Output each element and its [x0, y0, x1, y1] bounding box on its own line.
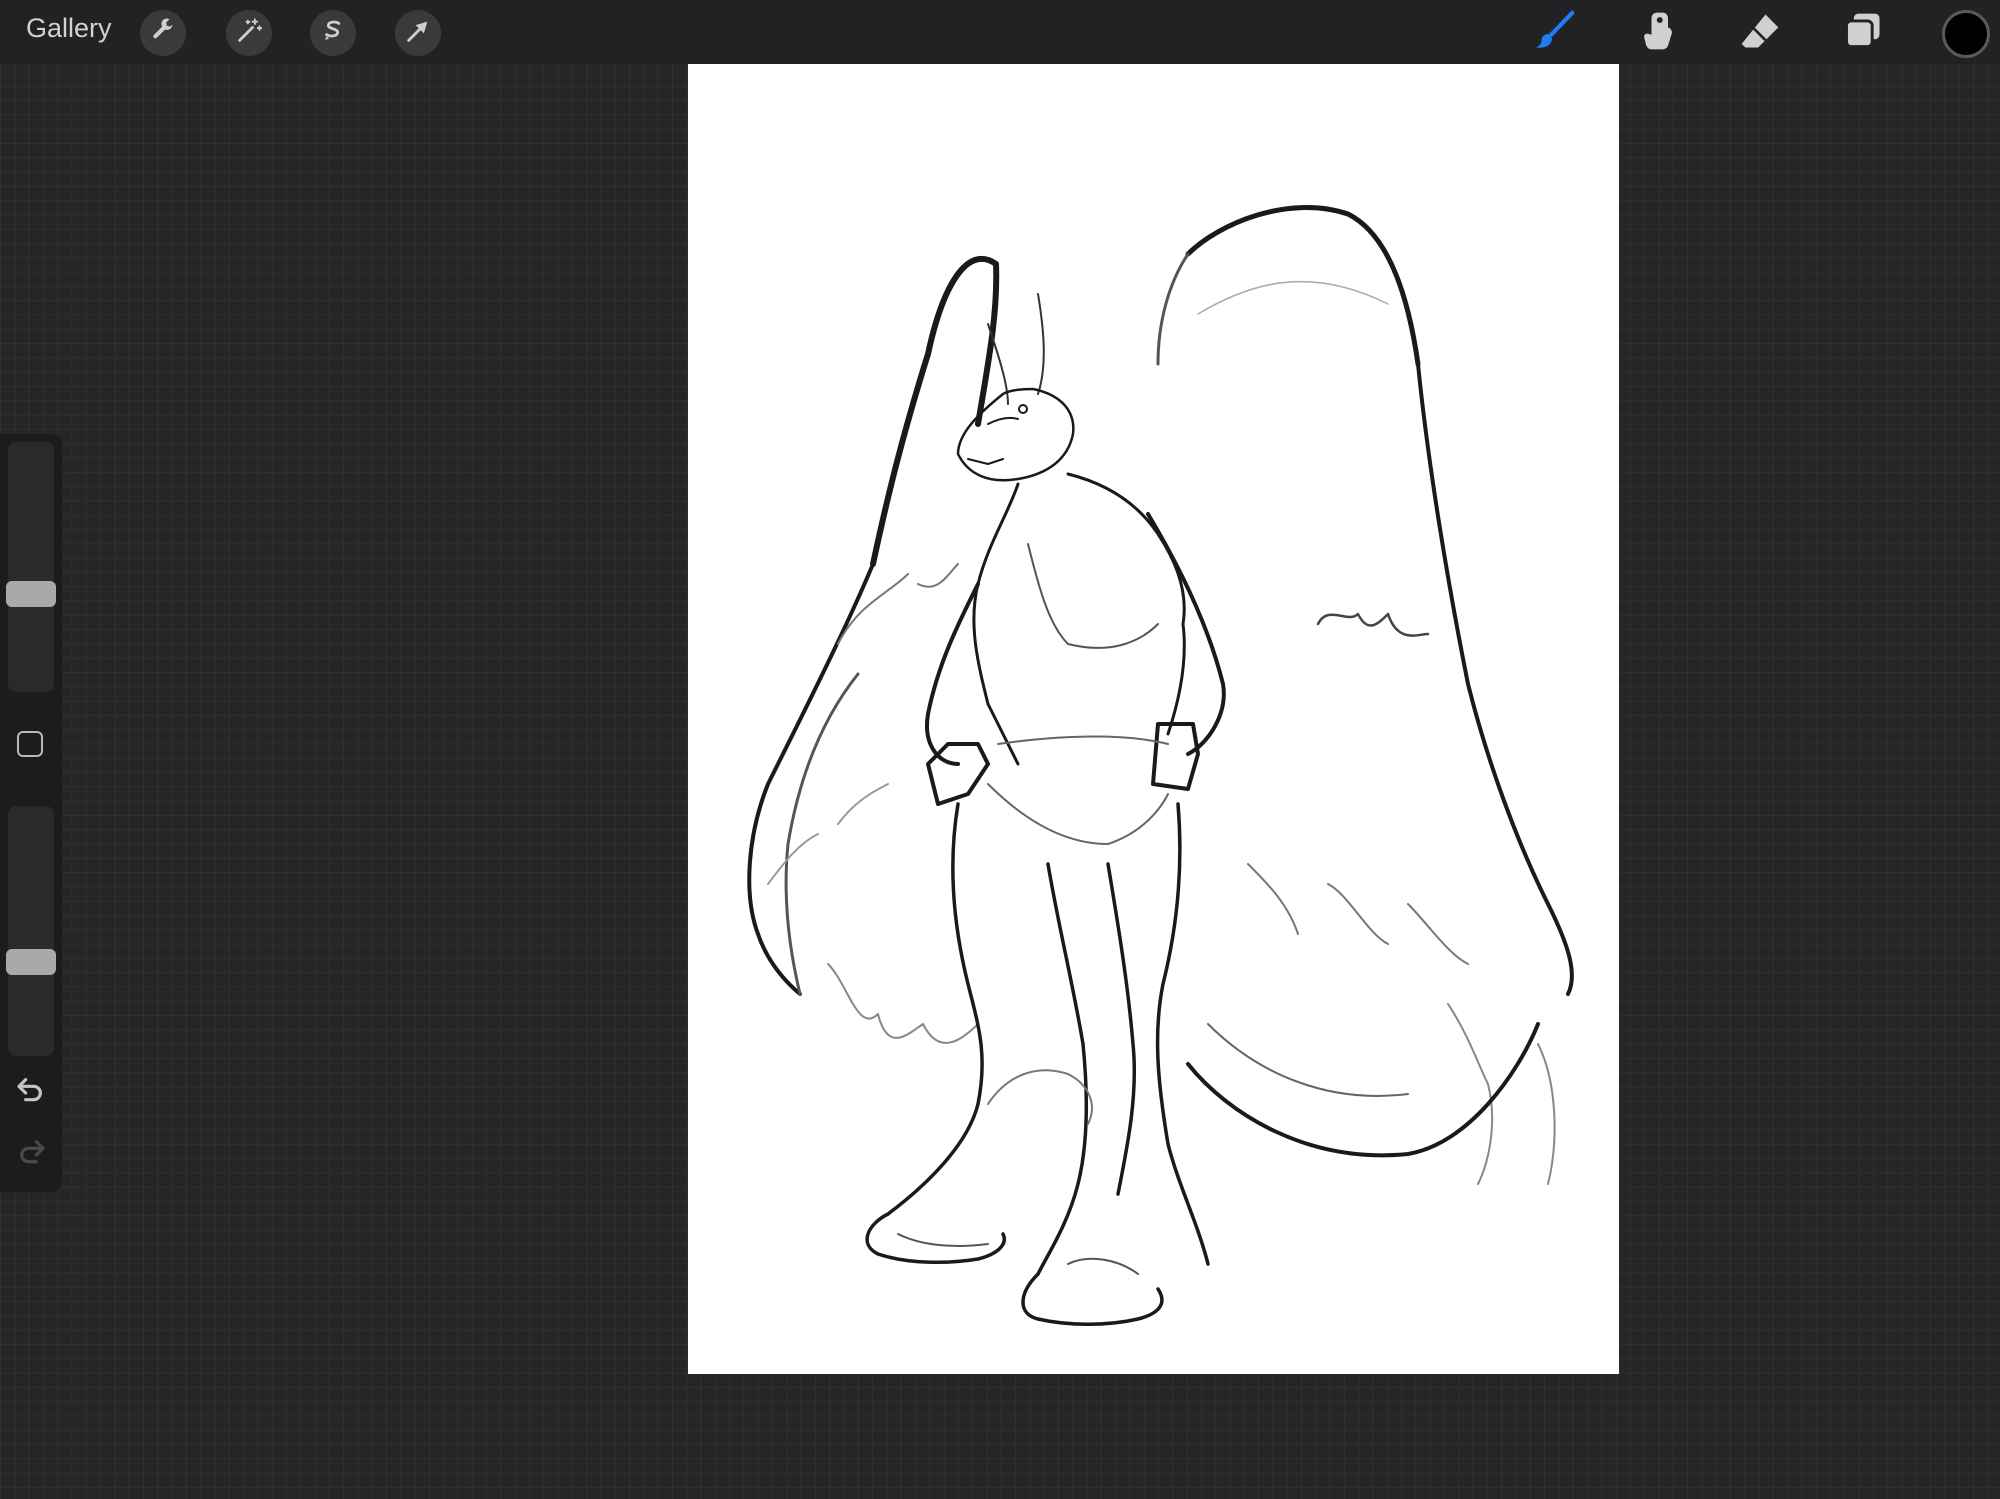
brush-icon [1532, 8, 1578, 59]
magic-wand-icon [235, 17, 263, 50]
eraser-tool-button[interactable] [1735, 8, 1785, 58]
adjustments-button[interactable] [226, 10, 272, 56]
eraser-icon [1738, 9, 1782, 58]
drawing-canvas[interactable] [688, 64, 1619, 1374]
smudge-tool-button[interactable] [1632, 8, 1682, 58]
layers-icon [1841, 9, 1885, 58]
top-toolbar: Gallery [0, 0, 2000, 64]
actions-button[interactable] [140, 10, 186, 56]
redo-icon [15, 1137, 47, 1170]
smudge-icon [1635, 9, 1679, 58]
transform-arrow-icon [404, 17, 432, 50]
brush-size-handle[interactable] [6, 581, 56, 607]
wrench-icon [149, 17, 177, 50]
brush-tool-button[interactable] [1530, 8, 1580, 58]
selection-s-icon [319, 17, 347, 50]
brush-opacity-handle[interactable] [6, 949, 56, 975]
transform-button[interactable] [395, 10, 441, 56]
brush-opacity-slider[interactable] [6, 806, 56, 1056]
brush-size-slider[interactable] [6, 442, 56, 692]
undo-button[interactable] [14, 1076, 48, 1106]
sketch-drawing [747, 205, 1574, 1326]
redo-button[interactable] [14, 1138, 48, 1168]
selection-button[interactable] [310, 10, 356, 56]
color-picker-button[interactable] [1942, 10, 1990, 58]
gallery-button[interactable]: Gallery [26, 13, 112, 44]
left-sidebar [0, 434, 62, 1192]
undo-icon [15, 1075, 47, 1108]
modify-square-icon[interactable] [17, 731, 43, 757]
layers-button[interactable] [1838, 8, 1888, 58]
